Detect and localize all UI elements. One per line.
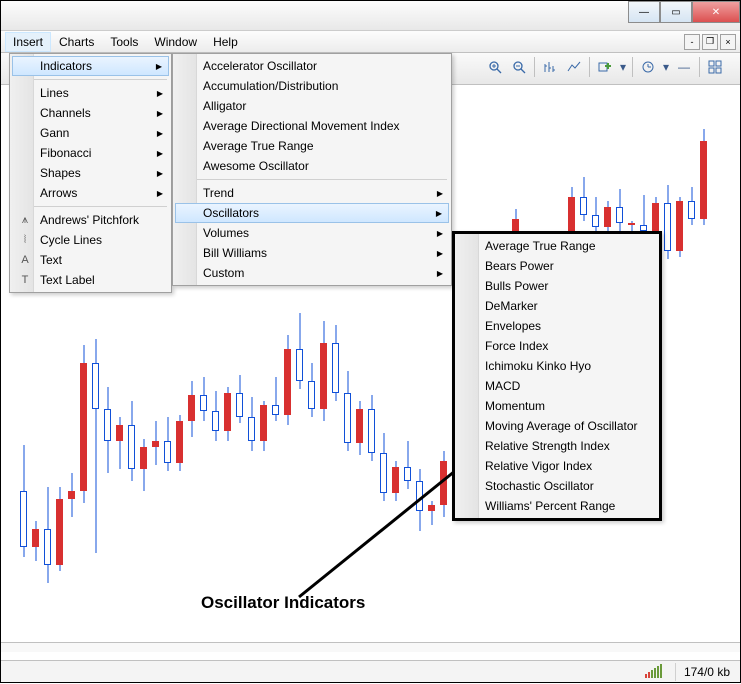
oscillators-submenu: Average True RangeBears PowerBulls Power… (452, 231, 662, 521)
menu-item-oscillators[interactable]: Oscillators▶ (175, 203, 449, 223)
menu-item-accelerator-oscillator[interactable]: Accelerator Oscillator (175, 56, 449, 76)
menu-item-ichimoku-kinko-hyo[interactable]: Ichimoku Kinko Hyo (457, 356, 657, 376)
menu-item-demarker[interactable]: DeMarker (457, 296, 657, 316)
menu-item-fibonacci[interactable]: Fibonacci▶ (12, 143, 169, 163)
chevron-right-icon: ▶ (157, 89, 163, 98)
menu-item-volumes[interactable]: Volumes▶ (175, 223, 449, 243)
menu-item-bill-williams[interactable]: Bill Williams▶ (175, 243, 449, 263)
menu-item-lines[interactable]: Lines▶ (12, 83, 169, 103)
menu-item-average-directional-movement-index[interactable]: Average Directional Movement Index (175, 116, 449, 136)
menu-item-macd[interactable]: MACD (457, 376, 657, 396)
chevron-right-icon: ▶ (157, 189, 163, 198)
chevron-right-icon: ▶ (437, 249, 443, 258)
menu-item-alligator[interactable]: Alligator (175, 96, 449, 116)
menu-item-shapes[interactable]: Shapes▶ (12, 163, 169, 183)
menu-item-channels[interactable]: Channels▶ (12, 103, 169, 123)
text-icon: A (17, 252, 33, 268)
chevron-right-icon: ▶ (157, 129, 163, 138)
menu-item-moving-average-of-oscillator[interactable]: Moving Average of Oscillator (457, 416, 657, 436)
textlabel-icon: T (17, 272, 33, 288)
chevron-right-icon: ▶ (156, 62, 162, 71)
menu-item-arrows[interactable]: Arrows▶ (12, 183, 169, 203)
menu-item-trend[interactable]: Trend▶ (175, 183, 449, 203)
menu-item-bears-power[interactable]: Bears Power (457, 256, 657, 276)
chevron-right-icon: ▶ (437, 269, 443, 278)
chevron-right-icon: ▶ (437, 229, 443, 238)
chevron-right-icon: ▶ (157, 109, 163, 118)
menu-item-text[interactable]: AText (12, 250, 169, 270)
menu-item-force-index[interactable]: Force Index (457, 336, 657, 356)
cycle-icon: ⦚ (17, 232, 33, 248)
insert-dropdown-menu: Indicators▶ Lines▶Channels▶Gann▶Fibonacci… (9, 53, 172, 293)
chevron-right-icon: ▶ (436, 209, 442, 218)
menu-item-cycle-lines[interactable]: ⦚Cycle Lines (12, 230, 169, 250)
menu-item-bulls-power[interactable]: Bulls Power (457, 276, 657, 296)
chevron-right-icon: ▶ (437, 189, 443, 198)
menu-item-gann[interactable]: Gann▶ (12, 123, 169, 143)
menu-item-relative-strength-index[interactable]: Relative Strength Index (457, 436, 657, 456)
menu-item-momentum[interactable]: Momentum (457, 396, 657, 416)
menu-item-average-true-range[interactable]: Average True Range (175, 136, 449, 156)
menu-item-relative-vigor-index[interactable]: Relative Vigor Index (457, 456, 657, 476)
menu-item-stochastic-oscillator[interactable]: Stochastic Oscillator (457, 476, 657, 496)
menu-item-williams-percent-range[interactable]: Williams' Percent Range (457, 496, 657, 516)
menu-item-awesome-oscillator[interactable]: Awesome Oscillator (175, 156, 449, 176)
menu-item-average-true-range[interactable]: Average True Range (457, 236, 657, 256)
menu-item-accumulation-distribution[interactable]: Accumulation/Distribution (175, 76, 449, 96)
indicators-submenu: Accelerator OscillatorAccumulation/Distr… (172, 53, 452, 286)
chevron-right-icon: ▶ (157, 149, 163, 158)
menu-item-envelopes[interactable]: Envelopes (457, 316, 657, 336)
chevron-right-icon: ▶ (157, 169, 163, 178)
menu-item-andrews-pitchfork[interactable]: ⩚Andrews' Pitchfork (12, 210, 169, 230)
menu-item-custom[interactable]: Custom▶ (175, 263, 449, 283)
menu-item-indicators[interactable]: Indicators▶ (12, 56, 169, 76)
pitchfork-icon: ⩚ (17, 212, 33, 228)
menu-item-text-label[interactable]: TText Label (12, 270, 169, 290)
